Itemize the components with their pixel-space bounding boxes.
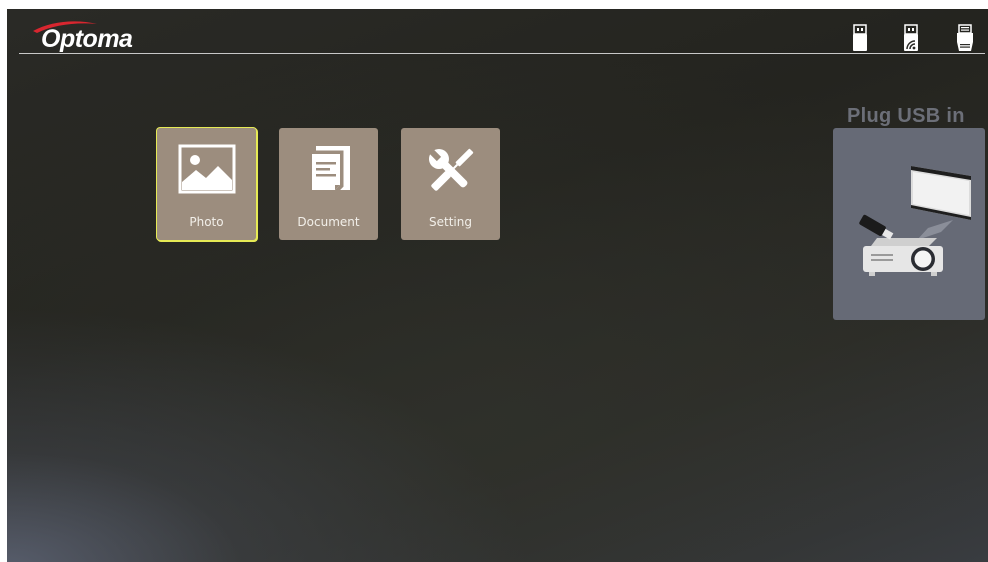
photo-tile[interactable]: Photo: [157, 128, 256, 240]
setting-tile-label: Setting: [429, 215, 472, 229]
usb-projector-illustration: [859, 166, 971, 276]
plug-usb-panel: [833, 128, 985, 320]
usb-reader-icon[interactable]: [954, 24, 976, 52]
photo-tile-label: Photo: [189, 215, 224, 229]
brand-name: Optoma: [41, 25, 133, 53]
tools-icon: [427, 148, 473, 191]
wireless-usb-icon[interactable]: [900, 24, 922, 52]
photo-icon: [178, 144, 235, 194]
plug-usb-title: Plug USB in: [847, 105, 965, 127]
media-launcher-screen: Optoma Photo Document Setting Plug USB i…: [7, 9, 988, 562]
document-tile[interactable]: Document: [279, 128, 378, 240]
header-divider: [19, 53, 985, 54]
document-icon: [308, 146, 350, 194]
setting-tile[interactable]: Setting: [401, 128, 500, 240]
optoma-logo: Optoma: [31, 19, 161, 55]
usb-drive-icon[interactable]: [849, 24, 871, 52]
document-tile-label: Document: [297, 215, 360, 229]
